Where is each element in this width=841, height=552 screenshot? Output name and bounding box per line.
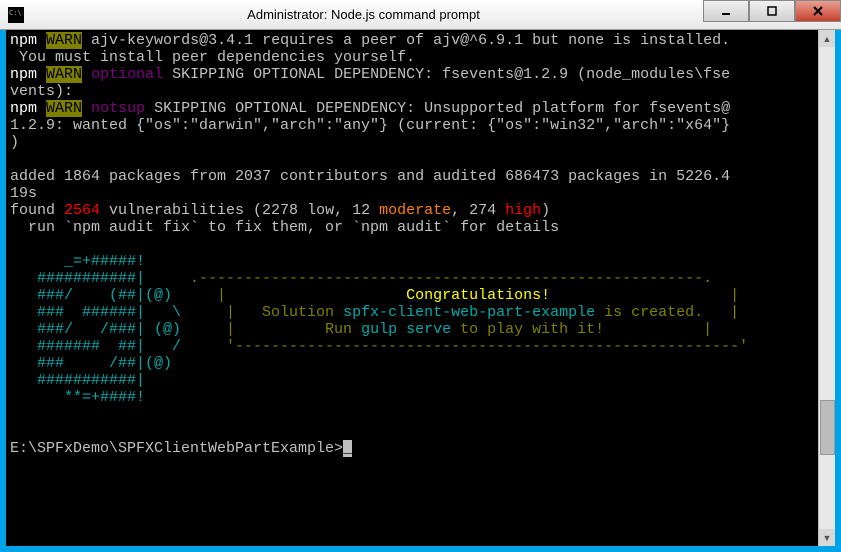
ascii-art: **=+####! [10, 389, 145, 406]
scroll-down-button[interactable]: ▼ [819, 529, 835, 546]
output-text: , 274 [451, 202, 505, 219]
maximize-button[interactable] [749, 0, 795, 22]
solution-name: spfx-client-web-part-example [343, 304, 595, 321]
cursor: _ [343, 440, 352, 457]
warn-tag: WARN [46, 66, 82, 83]
window-controls [703, 0, 841, 29]
box-border: '---------------------------------------… [181, 338, 748, 355]
titlebar[interactable]: Administrator: Node.js command prompt [0, 0, 841, 30]
ascii-art: ### ######| \ [10, 304, 181, 321]
output-text: SKIPPING OPTIONAL DEPENDENCY: Unsupporte… [145, 100, 730, 117]
close-icon [812, 5, 824, 17]
maximize-icon [766, 5, 778, 17]
optional-tag: optional [91, 66, 163, 83]
npm-prefix: npm [10, 32, 37, 49]
npm-prefix: npm [10, 66, 37, 83]
ascii-art: ### /##|(@) [10, 355, 172, 372]
output-text: ajv-keywords@3.4.1 requires a peer of aj… [82, 32, 730, 49]
congrats-text: Congratulations! [406, 287, 550, 304]
output-text: vulnerabilities (2278 low, 12 [100, 202, 379, 219]
output-text: ) [10, 134, 19, 151]
box-border: | [172, 287, 406, 304]
ascii-art: _=+#####! [10, 253, 145, 270]
box-border: to play with it! | [451, 321, 712, 338]
output-text: added 1864 packages from 2037 contributo… [10, 168, 730, 185]
ascii-art: ###########| [10, 372, 145, 389]
output-text: found [10, 202, 64, 219]
output-text: You must install peer dependencies yours… [10, 49, 415, 66]
scroll-thumb[interactable] [820, 400, 835, 455]
app-icon [8, 7, 24, 23]
prompt-path: E:\SPFxDemo\SPFXClientWebPartExample> [10, 440, 343, 457]
scroll-up-button[interactable]: ▲ [819, 30, 835, 47]
gulp-command: gulp serve [361, 321, 451, 338]
vuln-count: 2564 [64, 202, 100, 219]
ascii-art: ###########| [10, 270, 145, 287]
vertical-scrollbar[interactable]: ▲ ▼ [818, 30, 835, 546]
output-text: vents): [10, 83, 73, 100]
box-border: | Solution [181, 304, 343, 321]
output-text: SKIPPING OPTIONAL DEPENDENCY: fsevents@1… [163, 66, 730, 83]
notsup-tag: notsup [91, 100, 145, 117]
window-title: Administrator: Node.js command prompt [24, 7, 703, 22]
output-text: 19s [10, 185, 37, 202]
command-prompt-window: Administrator: Node.js command prompt np… [0, 0, 841, 552]
ascii-art: ###/ (##|(@) [10, 287, 172, 304]
box-border: .---------------------------------------… [145, 270, 712, 287]
high-tag: high [505, 202, 541, 219]
npm-prefix: npm [10, 100, 37, 117]
minimize-button[interactable] [703, 0, 749, 22]
ascii-art: ####### ##| / [10, 338, 181, 355]
box-border: | Run [181, 321, 361, 338]
output-text: run `npm audit fix` to fix them, or `npm… [10, 219, 559, 236]
close-button[interactable] [795, 0, 841, 22]
warn-tag: WARN [46, 100, 82, 117]
terminal-output[interactable]: npm WARN ajv-keywords@3.4.1 requires a p… [6, 30, 835, 546]
box-border: | [550, 287, 739, 304]
minimize-icon [720, 5, 732, 17]
warn-tag: WARN [46, 32, 82, 49]
moderate-tag: moderate [379, 202, 451, 219]
ascii-art: ###/ /###| (@) [10, 321, 181, 338]
box-border: is created. | [595, 304, 739, 321]
output-text: 1.2.9: wanted {"os":"darwin","arch":"any… [10, 117, 730, 134]
output-text: ) [541, 202, 550, 219]
